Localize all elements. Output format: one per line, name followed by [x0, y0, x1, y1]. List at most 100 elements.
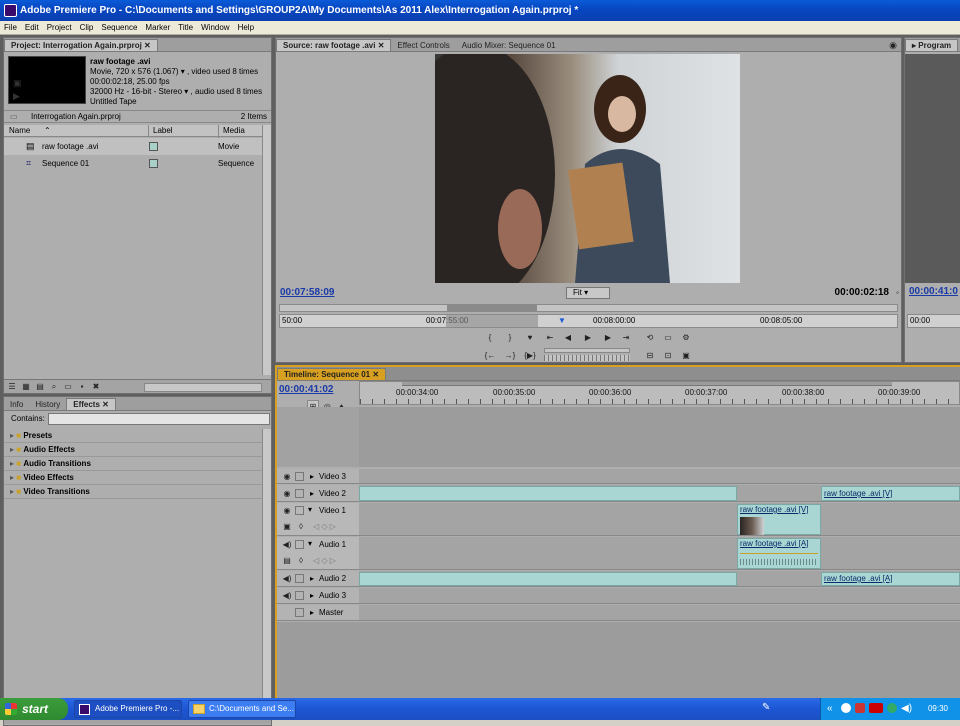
- menu-project[interactable]: Project: [47, 23, 72, 32]
- lock-toggle[interactable]: [295, 506, 304, 515]
- tray-arrow-icon[interactable]: «: [827, 698, 833, 720]
- shuttle-slider[interactable]: [544, 348, 630, 353]
- eye-icon[interactable]: ◉: [281, 505, 293, 516]
- expand-triangle-icon[interactable]: ▸: [310, 605, 314, 621]
- playhead-icon[interactable]: ▼: [558, 315, 566, 327]
- play-icon[interactable]: ▶: [582, 332, 594, 343]
- set-marker-icon[interactable]: ♥: [524, 332, 536, 343]
- expand-triangle-icon[interactable]: ▾: [308, 505, 312, 514]
- timeline-zoom-bar[interactable]: [402, 382, 892, 386]
- lock-toggle[interactable]: [295, 489, 304, 498]
- track-lane-audio-3[interactable]: [359, 588, 960, 604]
- source-current-timecode[interactable]: 00:07:58:09: [280, 286, 334, 300]
- project-scrollbar[interactable]: [262, 125, 271, 375]
- antivirus-icon[interactable]: [869, 703, 883, 713]
- tab-history[interactable]: History: [29, 399, 66, 410]
- tab-program[interactable]: ▸ Program: [905, 39, 959, 51]
- zoom-fit-select[interactable]: Fit ▾: [566, 287, 610, 299]
- track-lane-master[interactable]: [359, 605, 960, 621]
- menu-file[interactable]: File: [4, 23, 17, 32]
- tab-project[interactable]: Project: Interrogation Again.prproj ✕: [4, 39, 158, 51]
- menu-sequence[interactable]: Sequence: [101, 23, 137, 32]
- go-to-in-icon[interactable]: ⇤: [544, 332, 556, 343]
- step-forward-icon[interactable]: ▶: [602, 332, 614, 343]
- poster-frame-icon[interactable]: ▣: [13, 78, 22, 89]
- speaker-icon[interactable]: ◀): [281, 573, 293, 584]
- panel-menu-icon[interactable]: ◉: [889, 40, 897, 51]
- column-label[interactable]: Label: [148, 125, 173, 136]
- tab-source[interactable]: Source: raw footage .avi ✕: [276, 39, 392, 51]
- tab-effects[interactable]: Effects ✕: [66, 398, 116, 410]
- play-thumbnail-icon[interactable]: ▶: [13, 91, 20, 102]
- mark-out-icon[interactable]: }: [504, 332, 516, 343]
- expand-triangle-icon[interactable]: ▸: [310, 469, 314, 484]
- source-zoom-bar[interactable]: [279, 304, 898, 312]
- table-row[interactable]: ▤ raw footage .avi Movie: [4, 138, 262, 155]
- track-lane-video-1[interactable]: raw footage .avi [V]: [359, 503, 960, 536]
- menu-edit[interactable]: Edit: [25, 23, 39, 32]
- list-view-icon[interactable]: ☰: [6, 381, 18, 392]
- expand-triangle-icon[interactable]: ▸: [10, 431, 14, 440]
- output-icon[interactable]: ⚙: [680, 332, 692, 343]
- menu-help[interactable]: Help: [238, 23, 254, 32]
- expand-triangle-icon[interactable]: ▸: [310, 588, 314, 604]
- keyframe-nav-icon[interactable]: ◁ ◇ ▷: [313, 522, 336, 531]
- column-name[interactable]: Name: [9, 125, 30, 136]
- taskbar-item-premiere[interactable]: Adobe Premiere Pro -...: [74, 700, 182, 718]
- volume-icon[interactable]: ◀): [901, 698, 912, 720]
- table-row[interactable]: ⌗ Sequence 01 Sequence: [4, 155, 262, 172]
- clock[interactable]: 09:30: [928, 704, 948, 713]
- program-timecode[interactable]: 00:00:41:0: [909, 286, 958, 297]
- icon-view-icon[interactable]: ▦: [20, 381, 32, 392]
- export-frame-icon[interactable]: ▣: [680, 350, 692, 361]
- new-bin-icon[interactable]: ▭: [62, 381, 74, 392]
- loop-icon[interactable]: ⟲: [644, 332, 656, 343]
- expand-triangle-icon[interactable]: ▸: [10, 473, 14, 482]
- keyframe-nav-icon[interactable]: ◁ ◇ ▷: [313, 556, 336, 565]
- effects-scrollbar[interactable]: [262, 429, 271, 707]
- volume-line[interactable]: [740, 553, 818, 554]
- menu-title[interactable]: Title: [178, 23, 193, 32]
- security-shield-icon[interactable]: [855, 703, 865, 713]
- lock-toggle[interactable]: [295, 591, 304, 600]
- network-icon[interactable]: [841, 703, 851, 713]
- program-time-ruler[interactable]: 00:00: [907, 314, 960, 328]
- expand-triangle-icon[interactable]: ▸: [310, 571, 314, 587]
- list-item[interactable]: ▸ ■ Video Effects: [4, 471, 262, 485]
- keyboard-icon[interactable]: ✎: [762, 702, 770, 713]
- lock-toggle[interactable]: [295, 540, 304, 549]
- sort-ascending-icon[interactable]: ⌃: [44, 125, 51, 136]
- timeline-clip[interactable]: raw footage .avi [V]: [821, 486, 960, 501]
- timeline-ruler[interactable]: 00:00:34:00 00:00:35:00 00:00:36:00 00:0…: [359, 381, 960, 405]
- overlay-icon[interactable]: ⊡: [662, 350, 674, 361]
- label-color-swatch[interactable]: [149, 159, 158, 168]
- eye-icon[interactable]: ◉: [281, 471, 293, 482]
- list-item[interactable]: ▸ ■ Video Transitions: [4, 485, 262, 499]
- list-item[interactable]: ▸ ■ Audio Transitions: [4, 457, 262, 471]
- menu-marker[interactable]: Marker: [145, 23, 170, 32]
- new-item-icon[interactable]: ▪: [76, 381, 88, 392]
- timeline-clip[interactable]: raw footage .avi [A]: [821, 572, 960, 586]
- keyframe-icon[interactable]: ◊: [295, 555, 307, 566]
- display-style-icon[interactable]: ▣: [281, 521, 293, 532]
- tab-audio-mixer[interactable]: Audio Mixer: Sequence 01: [456, 40, 562, 51]
- menu-clip[interactable]: Clip: [80, 23, 94, 32]
- project-horizontal-scrollbar[interactable]: [144, 383, 262, 392]
- expand-triangle-icon[interactable]: ▸: [310, 485, 314, 502]
- list-item[interactable]: ▸ ■ Presets: [4, 429, 262, 443]
- timeline-clip[interactable]: raw footage .avi [V]: [737, 504, 821, 535]
- play-in-to-out-icon[interactable]: {▶}: [524, 350, 536, 361]
- eye-icon[interactable]: ◉: [281, 488, 293, 499]
- expand-triangle-icon[interactable]: ▸: [10, 459, 14, 468]
- timeline-clip[interactable]: [359, 572, 737, 586]
- start-button[interactable]: start: [0, 698, 68, 720]
- menu-window[interactable]: Window: [201, 23, 229, 32]
- timeline-current-timecode[interactable]: 00:00:41:02: [279, 384, 333, 395]
- source-time-ruler[interactable]: 50:00 00:07:55:00 00:08:00:00 00:08:05:0…: [279, 314, 898, 328]
- go-to-next-marker-icon[interactable]: →}: [504, 350, 516, 361]
- keyframe-icon[interactable]: ◊: [295, 521, 307, 532]
- taskbar-item-explorer[interactable]: C:\Documents and Se...: [188, 700, 296, 718]
- tab-info[interactable]: Info: [4, 399, 29, 410]
- expand-triangle-icon[interactable]: ▸: [10, 445, 14, 454]
- in-out-range[interactable]: [446, 315, 538, 327]
